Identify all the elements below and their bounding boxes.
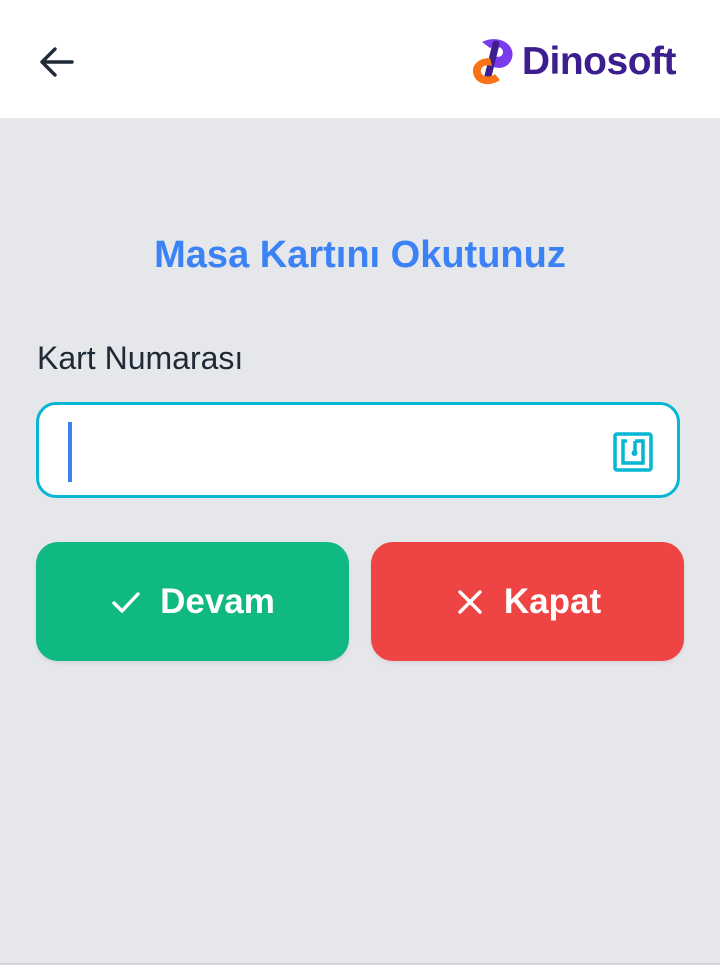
close-icon [454, 586, 486, 618]
arrow-left-icon [40, 47, 74, 77]
back-button[interactable] [30, 40, 82, 84]
close-button-label: Kapat [503, 581, 602, 621]
nfc-icon[interactable] [613, 432, 653, 472]
text-caret [68, 422, 72, 482]
card-number-label: Kart Numarası [37, 340, 244, 376]
close-button[interactable]: Kapat [371, 542, 684, 661]
app-header: Dinosoft [0, 0, 720, 118]
card-number-input[interactable] [67, 421, 611, 483]
page-title: Masa Kartını Okutunuz [154, 234, 566, 276]
brand-name: Dinosoft [521, 40, 677, 83]
continue-button[interactable]: Devam [36, 542, 349, 661]
check-icon [110, 586, 142, 618]
brand-logo: Dinosoft [468, 36, 677, 88]
continue-button-label: Devam [160, 581, 275, 621]
dinosoft-logo-icon [472, 39, 513, 85]
card-number-field[interactable] [36, 402, 680, 498]
